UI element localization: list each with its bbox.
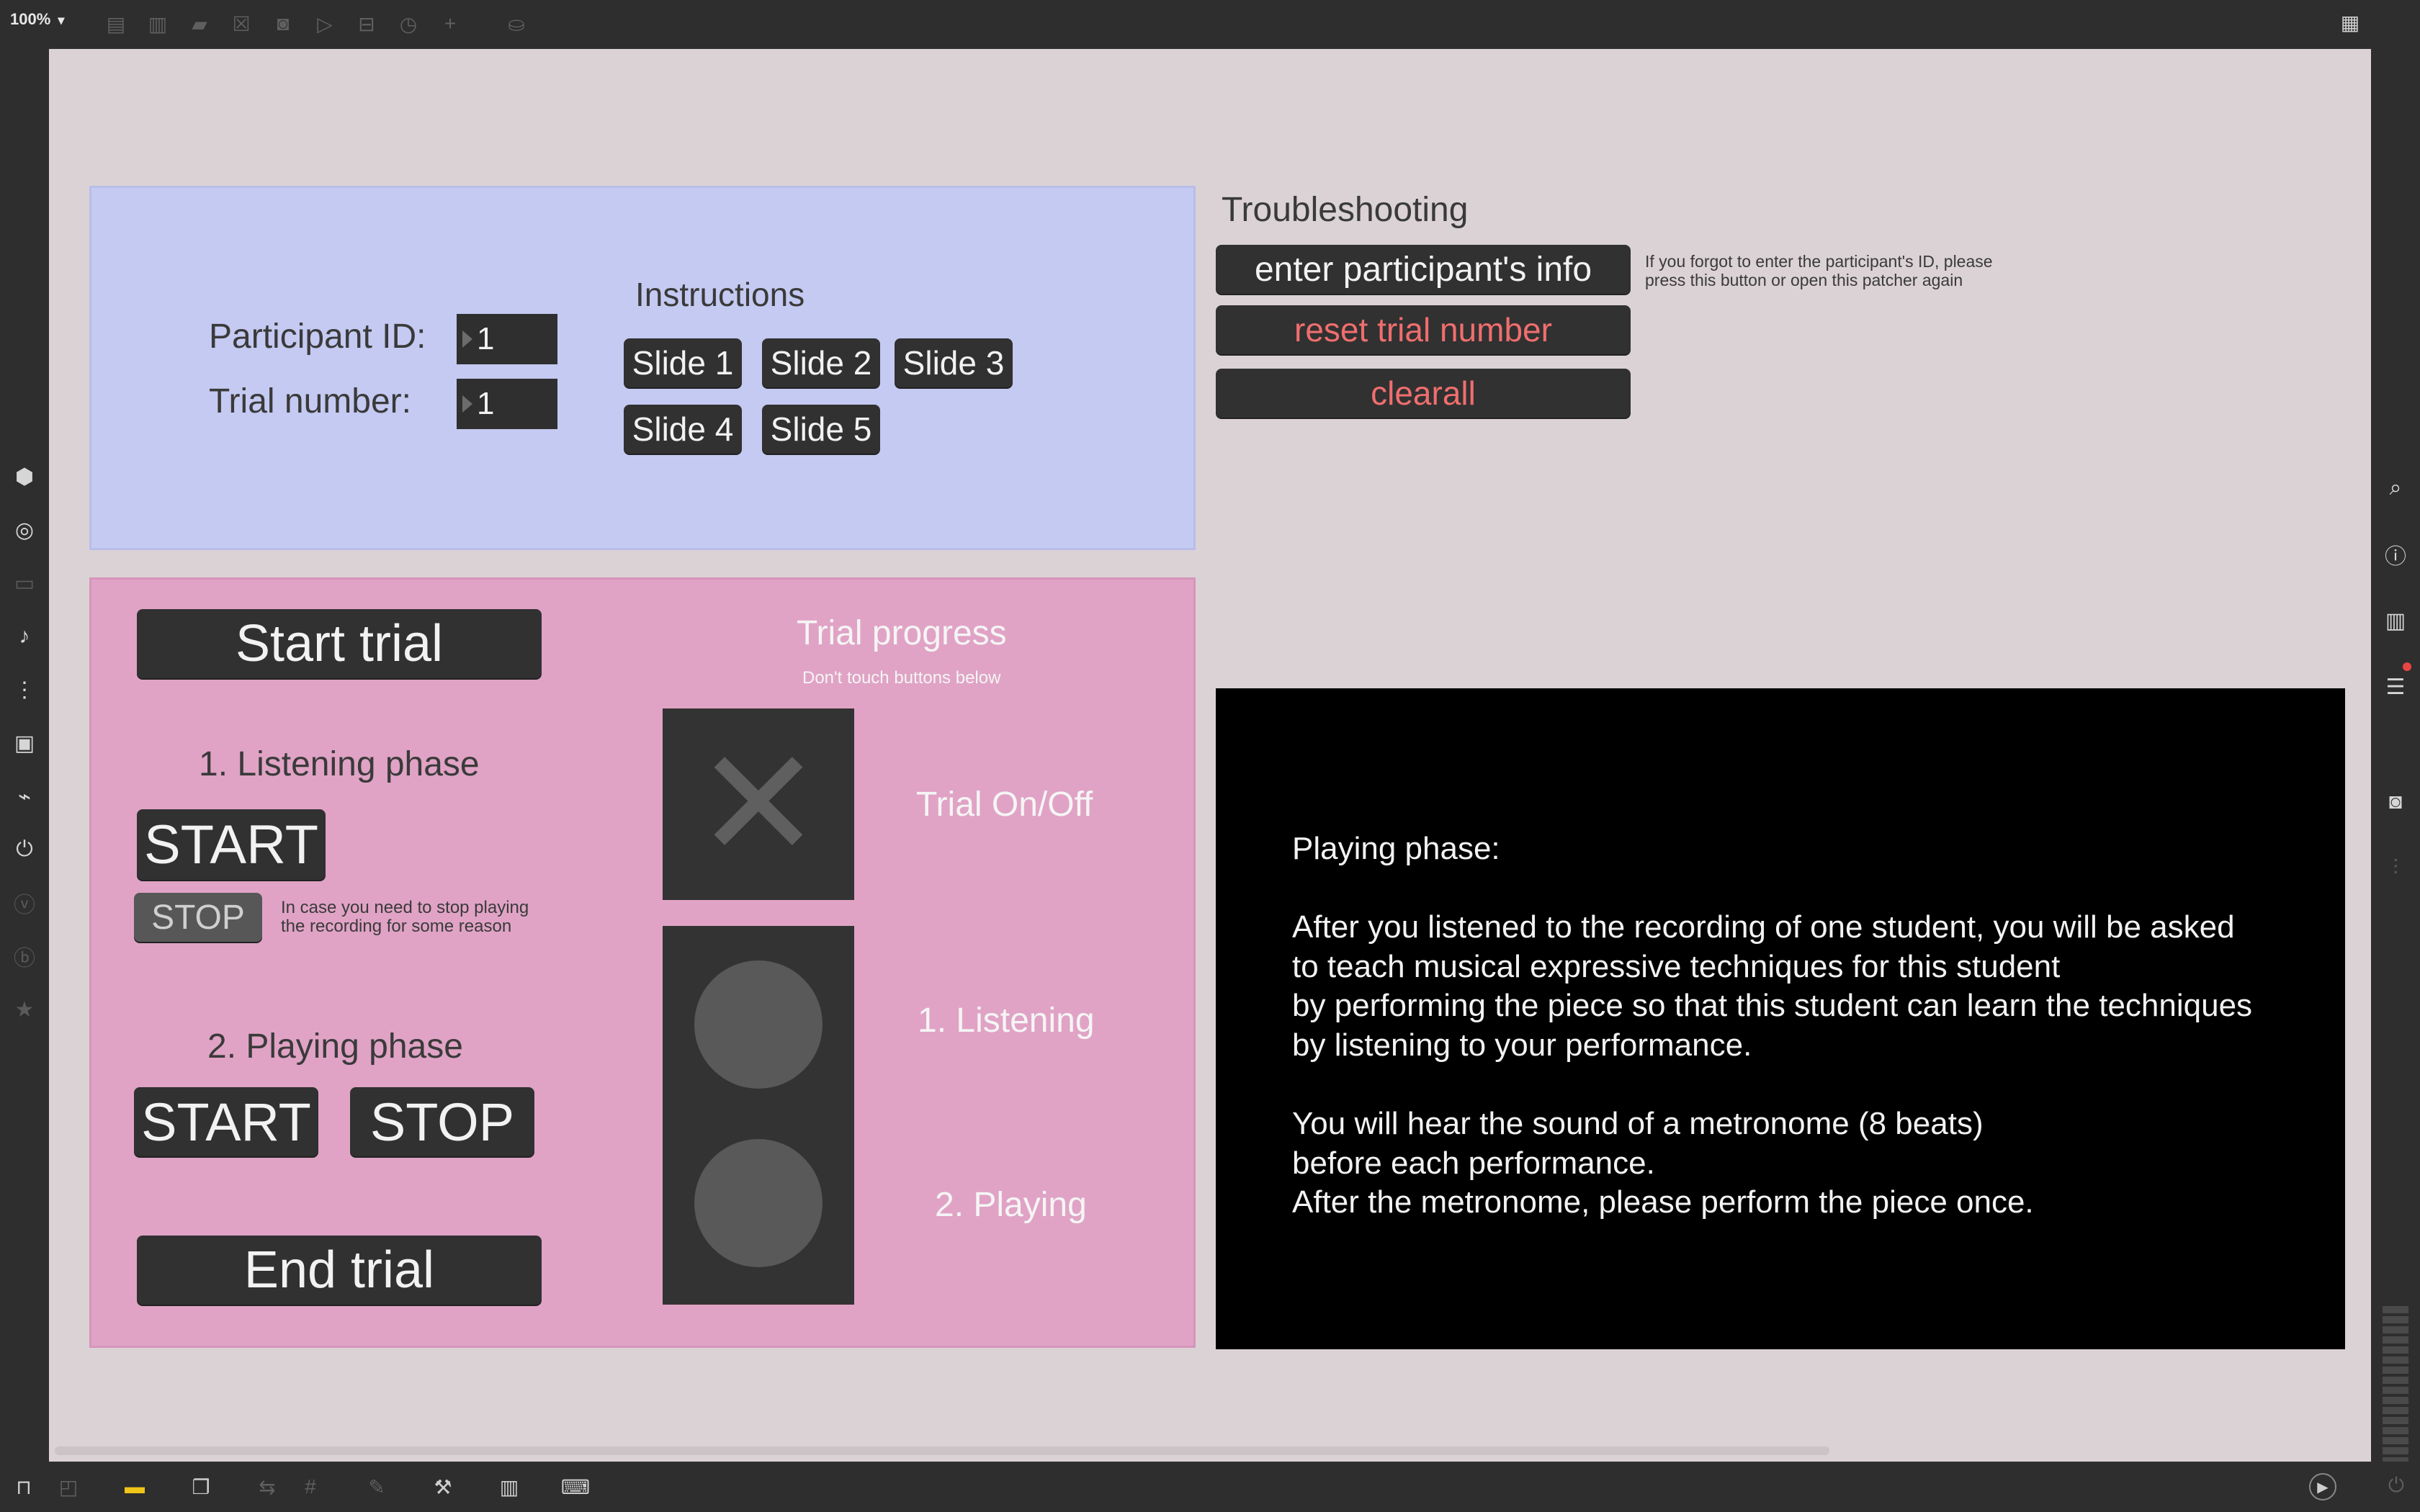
- participant-id-value: 1: [477, 321, 495, 356]
- top-toolbar: 100% ▾ ▤ ▥ ▰ ☒ ◙ ▷ ⊟ ◷ + ⛀ ▦: [0, 0, 2420, 49]
- power-icon[interactable]: ⏻: [2384, 1473, 2408, 1498]
- slider-icon[interactable]: ⊟: [354, 12, 379, 36]
- align-icon[interactable]: ⇆: [255, 1475, 279, 1499]
- playing-stop-button[interactable]: STOP: [350, 1087, 534, 1156]
- select-icon[interactable]: ◰: [56, 1475, 81, 1499]
- enter-participant-info-button[interactable]: enter participant's info: [1216, 245, 1631, 294]
- number-arrow-icon: [462, 330, 472, 348]
- stop-note: In case you need to stop playing the rec…: [281, 899, 529, 936]
- right-sidebar: ⌕ ⓘ ▥ ☰ ◙ ⫶: [2371, 49, 2420, 1462]
- playing-phase-title: 2. Playing phase: [207, 1027, 463, 1066]
- chevron-down-icon: ▾: [58, 13, 65, 27]
- button-icon[interactable]: ◙: [271, 12, 295, 36]
- slide-2-button[interactable]: Slide 2: [762, 338, 880, 387]
- slide-1-button[interactable]: Slide 1: [624, 338, 742, 387]
- reset-trial-number-button[interactable]: reset trial number: [1216, 305, 1631, 354]
- b-icon[interactable]: ⓑ: [0, 942, 49, 971]
- participant-id-input[interactable]: 1: [457, 314, 557, 364]
- search-icon[interactable]: ⌕: [2371, 474, 2420, 503]
- level-meter: [2383, 1306, 2408, 1462]
- lock-icon[interactable]: ⊓: [12, 1475, 36, 1499]
- progress-note: Don't touch buttons below: [802, 668, 1001, 688]
- toggle-icon[interactable]: ☒: [229, 12, 254, 36]
- listening-start-button[interactable]: START: [137, 809, 326, 880]
- phase-indicator-panel: [663, 926, 854, 1305]
- keyboard-icon[interactable]: ⌨: [561, 1475, 590, 1499]
- instruction-text: Playing phase: After you listened to the…: [1292, 831, 2253, 1220]
- music-note-icon[interactable]: ♪: [0, 622, 49, 651]
- listening-phase-title: 1. Listening phase: [199, 745, 480, 783]
- close-icon: ✕: [695, 719, 822, 888]
- trial-progress-title: Trial progress: [797, 614, 1007, 652]
- zoom-value: 100%: [10, 10, 51, 28]
- trial-toggle[interactable]: ✕: [663, 708, 854, 900]
- bottom-toolbar: ⊓ ◰ ▬ ❐ ⇆ # ✎ ⚒ ▥ ⌨ ▶ ⏻: [0, 1462, 2420, 1512]
- troubleshooting-note-line: press this button or open this patcher a…: [1645, 271, 1963, 289]
- playing-indicator-label: 2. Playing: [935, 1186, 1087, 1224]
- listening-stop-button[interactable]: STOP: [134, 893, 262, 942]
- piano-icon[interactable]: ▥: [497, 1475, 521, 1499]
- trial-number-value: 1: [477, 386, 495, 421]
- instructions-title: Instructions: [635, 276, 805, 313]
- target-icon[interactable]: ◎: [0, 516, 49, 544]
- wrench-icon[interactable]: ⚒: [431, 1475, 455, 1499]
- troubleshooting-note-line: If you forgot to enter the participant's…: [1645, 252, 1993, 271]
- left-sidebar: ⬢ ◎ ▭ ♪ ⋮ ▣ ⌁ ⏻ ⓥ ⓑ ★: [0, 49, 49, 1462]
- sequencer-icon[interactable]: ⋮: [0, 675, 49, 704]
- image-icon[interactable]: ▣: [0, 729, 49, 757]
- comment-icon[interactable]: ▬: [122, 1475, 147, 1499]
- vimeo-icon[interactable]: ⓥ: [0, 888, 49, 917]
- pin-icon[interactable]: ✎: [364, 1475, 389, 1499]
- info-icon[interactable]: ⓘ: [2371, 540, 2420, 569]
- grid-icon[interactable]: #: [298, 1475, 323, 1499]
- comment-icon[interactable]: ▰: [187, 12, 212, 36]
- add-icon[interactable]: +: [438, 12, 462, 36]
- playbar-icon[interactable]: ▷: [313, 12, 337, 36]
- trial-number-label: Trial number:: [209, 382, 411, 420]
- instruction-display: Playing phase: After you listened to the…: [1216, 688, 2345, 1349]
- trial-toggle-label: Trial On/Off: [916, 786, 1093, 824]
- trial-number-input[interactable]: 1: [457, 379, 557, 429]
- book-icon[interactable]: ▥: [2371, 606, 2420, 635]
- listening-indicator-label: 1. Listening: [918, 1002, 1095, 1040]
- camera-icon[interactable]: ◙: [2371, 788, 2420, 816]
- horizontal-scrollbar[interactable]: [55, 1446, 1829, 1455]
- clearall-button[interactable]: clearall: [1216, 369, 1631, 418]
- play-icon[interactable]: ▶: [2309, 1473, 2336, 1500]
- participant-id-label: Participant ID:: [209, 318, 426, 356]
- message-icon[interactable]: ▥: [145, 12, 170, 36]
- notification-dot: [2403, 662, 2411, 671]
- slide-3-button[interactable]: Slide 3: [895, 338, 1013, 387]
- troubleshooting-title: Troubleshooting: [1222, 191, 1469, 229]
- windows-icon[interactable]: ❐: [189, 1475, 213, 1499]
- listening-indicator[interactable]: [694, 960, 823, 1089]
- paint-bucket-icon[interactable]: ⛀: [504, 12, 529, 36]
- plug-icon[interactable]: ⏻: [0, 835, 49, 864]
- playing-indicator[interactable]: [694, 1139, 823, 1267]
- slide-5-button[interactable]: Slide 5: [762, 405, 880, 454]
- grid-view-icon[interactable]: ▦: [2338, 10, 2362, 35]
- number-arrow-icon: [462, 395, 472, 413]
- zoom-menu[interactable]: 100% ▾: [10, 10, 64, 29]
- playing-start-button[interactable]: START: [134, 1087, 318, 1156]
- film-icon[interactable]: ▭: [0, 569, 49, 598]
- end-trial-button[interactable]: End trial: [137, 1236, 542, 1305]
- start-trial-button[interactable]: Start trial: [137, 609, 542, 678]
- new-object-icon[interactable]: ▤: [104, 12, 128, 36]
- stop-note-line: In case you need to stop playing: [281, 898, 529, 917]
- trial-panel: [89, 577, 1196, 1348]
- troubleshooting-note: If you forgot to enter the participant's…: [1645, 252, 1993, 289]
- star-icon[interactable]: ★: [0, 995, 49, 1024]
- mixer-icon[interactable]: ⫶: [2371, 854, 2420, 883]
- package-icon[interactable]: ⬢: [0, 462, 49, 491]
- list-icon[interactable]: ☰: [2371, 672, 2420, 701]
- dial-icon[interactable]: ◷: [396, 12, 421, 36]
- slide-4-button[interactable]: Slide 4: [624, 405, 742, 454]
- stop-note-line: the recording for some reason: [281, 917, 512, 936]
- paperclip-icon[interactable]: ⌁: [0, 782, 49, 811]
